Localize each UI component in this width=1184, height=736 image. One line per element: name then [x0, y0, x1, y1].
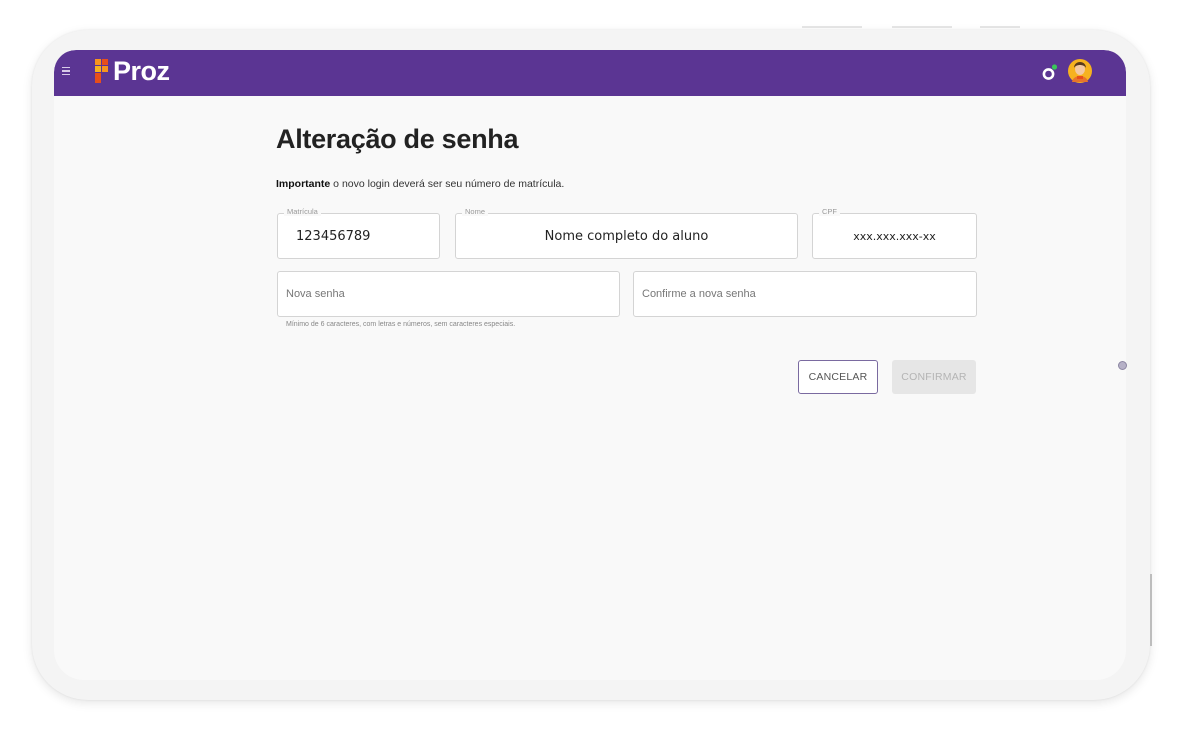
cpf-value: xxx.xxx.xxx-xx	[853, 229, 936, 243]
notification-badge-icon[interactable]	[1042, 62, 1058, 82]
matricula-field[interactable]: Matrícula 123456789	[277, 207, 440, 259]
ghost-tab-3	[980, 26, 1020, 28]
nova-senha-placeholder: Nova senha	[286, 288, 345, 300]
app-screen: Proz Alteração de senha Importante o nov…	[54, 50, 1126, 680]
notice-strong: Importante	[276, 178, 331, 190]
confirmar-senha-placeholder: Confirme a nova senha	[642, 288, 756, 300]
notice-text: Importante o novo login deverá ser seu n…	[276, 178, 564, 190]
ghost-tab-1	[802, 26, 862, 28]
proz-logo-icon	[95, 59, 108, 83]
cancel-button[interactable]: CANCELAR	[798, 360, 878, 394]
nome-field[interactable]: Nome Nome completo do aluno	[455, 207, 798, 259]
cpf-field[interactable]: CPF xxx.xxx.xxx-xx	[812, 207, 977, 259]
hamburger-menu-icon[interactable]	[62, 64, 74, 78]
confirm-button[interactable]: CONFIRMAR	[892, 360, 976, 394]
notice-body: o novo login deverá ser seu número de ma…	[330, 178, 565, 190]
brand-logo[interactable]: Proz	[94, 56, 170, 86]
nova-senha-input[interactable]: Nova senha	[277, 271, 620, 317]
nome-value: Nome completo do aluno	[544, 228, 709, 244]
ghost-tab-2	[892, 26, 952, 28]
brand-name: Proz	[113, 56, 170, 86]
side-indicator-dot	[1118, 361, 1127, 370]
password-helper-text: Mínimo de 6 caracteres, com letras e núm…	[286, 321, 516, 328]
user-avatar-icon[interactable]	[1067, 56, 1093, 86]
top-navigation-bar: Proz	[54, 50, 1126, 96]
page-title: Alteração de senha	[276, 124, 519, 154]
matricula-value: 123456789	[296, 228, 371, 244]
side-scroll-indicator	[1150, 574, 1152, 646]
confirmar-senha-input[interactable]: Confirme a nova senha	[633, 271, 977, 317]
